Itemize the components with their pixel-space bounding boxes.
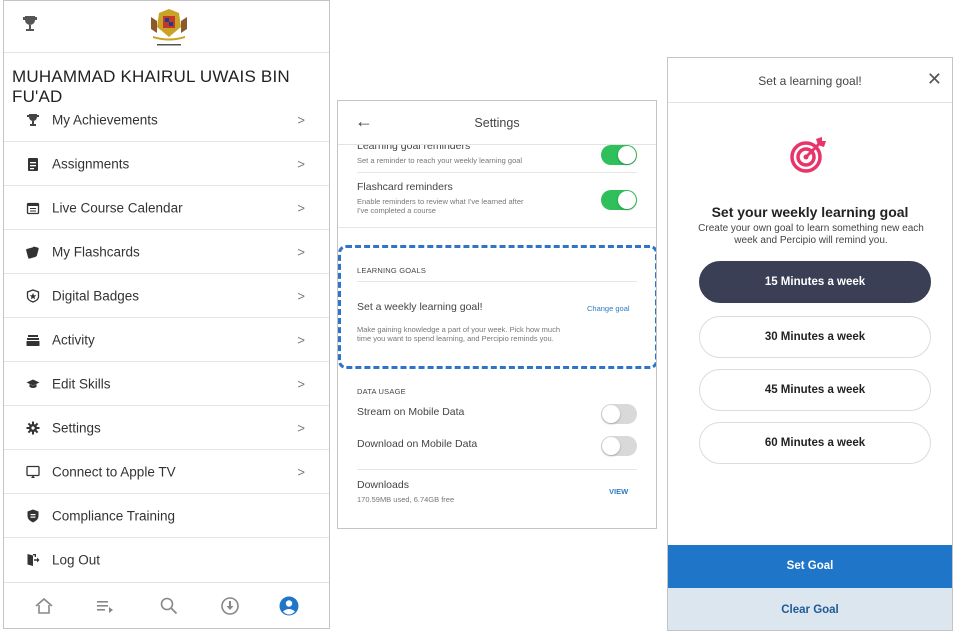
download-icon[interactable]: [219, 595, 241, 617]
chevron-right-icon: >: [297, 112, 305, 127]
stream-mobile-data-toggle[interactable]: [601, 404, 637, 424]
downloads-title: Downloads: [357, 479, 409, 491]
bottom-navigation: [4, 582, 329, 628]
flashcards-icon: [26, 246, 39, 259]
menu-item-settings[interactable]: Settings >: [4, 406, 329, 450]
menu-item-label: Live Course Calendar: [52, 200, 183, 215]
menu-item-label: Compliance Training: [52, 508, 176, 523]
goal-heading: Set your weekly learning goal: [711, 204, 909, 220]
menu-item-label: Edit Skills: [52, 376, 111, 391]
goal-option-60-min[interactable]: 60 Minutes a week: [699, 422, 931, 464]
home-icon[interactable]: [33, 595, 55, 617]
menu-item-label: My Achievements: [52, 112, 158, 127]
set-goal-screen: Set a learning goal! ✕ Set your weekly l…: [667, 57, 953, 631]
clear-goal-button[interactable]: Clear Goal: [668, 588, 952, 630]
menu-item-label: Digital Badges: [52, 288, 140, 303]
learning-goal-reminders-toggle[interactable]: [601, 145, 637, 165]
clipboard-icon: [28, 157, 38, 171]
goal-header-title: Set a learning goal!: [758, 74, 862, 88]
menu-item-my-flashcards[interactable]: My Flashcards >: [4, 230, 329, 274]
flashcard-reminders-toggle[interactable]: [601, 190, 637, 210]
menu-item-label: Activity: [52, 332, 95, 347]
menu-item-compliance-training[interactable]: Compliance Training: [4, 494, 329, 538]
set-goal-button[interactable]: Set Goal: [668, 545, 952, 588]
chevron-right-icon: >: [297, 464, 305, 479]
goal-option-30-min[interactable]: 30 Minutes a week: [699, 316, 931, 358]
trophy-icon[interactable]: [22, 15, 38, 33]
chevron-right-icon: >: [297, 244, 305, 259]
chevron-right-icon: >: [297, 332, 305, 347]
goal-description: Create your own goal to learn something …: [680, 223, 942, 247]
menu-item-label: Log Out: [52, 552, 101, 568]
stream-mobile-data-label: Stream on Mobile Data: [357, 406, 465, 418]
flashcard-reminders-title: Flashcard reminders: [357, 181, 453, 193]
close-icon[interactable]: ✕: [927, 69, 942, 90]
trophy-icon: [27, 113, 39, 126]
downloads-view-link[interactable]: VIEW: [609, 487, 628, 496]
flashcard-reminders-subtitle-1: Enable reminders to review what I've lea…: [357, 197, 524, 206]
search-icon[interactable]: [158, 595, 180, 617]
menu-item-log-out[interactable]: Log Out: [4, 538, 329, 582]
goal-option-15-min[interactable]: 15 Minutes a week: [699, 261, 931, 303]
menu-item-label: Assignments: [52, 156, 130, 171]
chevron-right-icon: >: [297, 288, 305, 303]
chevron-right-icon: >: [297, 376, 305, 391]
menu-item-edit-skills[interactable]: Edit Skills >: [4, 362, 329, 406]
chevron-right-icon: >: [297, 420, 305, 435]
calendar-icon: [26, 202, 40, 214]
gear-icon: [26, 421, 40, 434]
learning-goals-highlight: [338, 245, 656, 369]
profile-icon[interactable]: [278, 595, 300, 617]
download-mobile-data-toggle[interactable]: [601, 436, 637, 456]
badge-icon: [26, 288, 40, 303]
download-mobile-data-label: Download on Mobile Data: [357, 438, 478, 450]
menu-item-label: Settings: [52, 420, 101, 435]
flashcard-reminders-subtitle-2: I've completed a course: [357, 206, 436, 215]
cast-icon: [26, 465, 40, 478]
menu-item-my-achievements[interactable]: My Achievements >: [4, 98, 329, 142]
goal-option-45-min[interactable]: 45 Minutes a week: [699, 369, 931, 411]
menu-item-digital-badges[interactable]: Digital Badges >: [4, 274, 329, 318]
menu-item-label: Connect to Apple TV: [52, 464, 176, 479]
profile-top-bar: [4, 1, 329, 53]
goal-header: Set a learning goal! ✕: [668, 58, 952, 103]
shield-icon: [27, 509, 39, 522]
activity-icon: [26, 334, 40, 346]
chevron-right-icon: >: [297, 200, 305, 215]
menu-item-activity[interactable]: Activity >: [4, 318, 329, 362]
page-title: Settings: [474, 116, 520, 130]
menu-item-label: My Flashcards: [52, 244, 140, 259]
menu-item-connect-apple-tv[interactable]: Connect to Apple TV >: [4, 450, 329, 494]
settings-header: ← Settings: [338, 101, 656, 145]
chevron-right-icon: >: [297, 156, 305, 171]
logout-icon: [27, 554, 40, 566]
profile-menu-screen: MUHAMMAD KHAIRUL UWAIS BIN FU'AD My Achi…: [3, 0, 330, 629]
coat-of-arms-logo: [151, 9, 187, 46]
data-usage-section-header: DATA USAGE: [357, 387, 406, 396]
goal-description-line-1: Create your own goal to learn something …: [698, 223, 924, 234]
goal-description-line-2: week and Percipio will remind you.: [734, 235, 888, 246]
graduation-cap-icon: [26, 379, 40, 388]
settings-screen: ← Settings Learning goal reminders Set a…: [337, 100, 657, 529]
target-icon: [790, 137, 826, 173]
menu-item-live-course-calendar[interactable]: Live Course Calendar >: [4, 186, 329, 230]
playlist-icon[interactable]: [94, 595, 116, 617]
downloads-usage: 170.59MB used, 6.74GB free: [357, 495, 455, 504]
menu-item-assignments[interactable]: Assignments >: [4, 142, 329, 186]
learning-goal-reminders-subtitle: Set a reminder to reach your weekly lear…: [357, 156, 523, 165]
